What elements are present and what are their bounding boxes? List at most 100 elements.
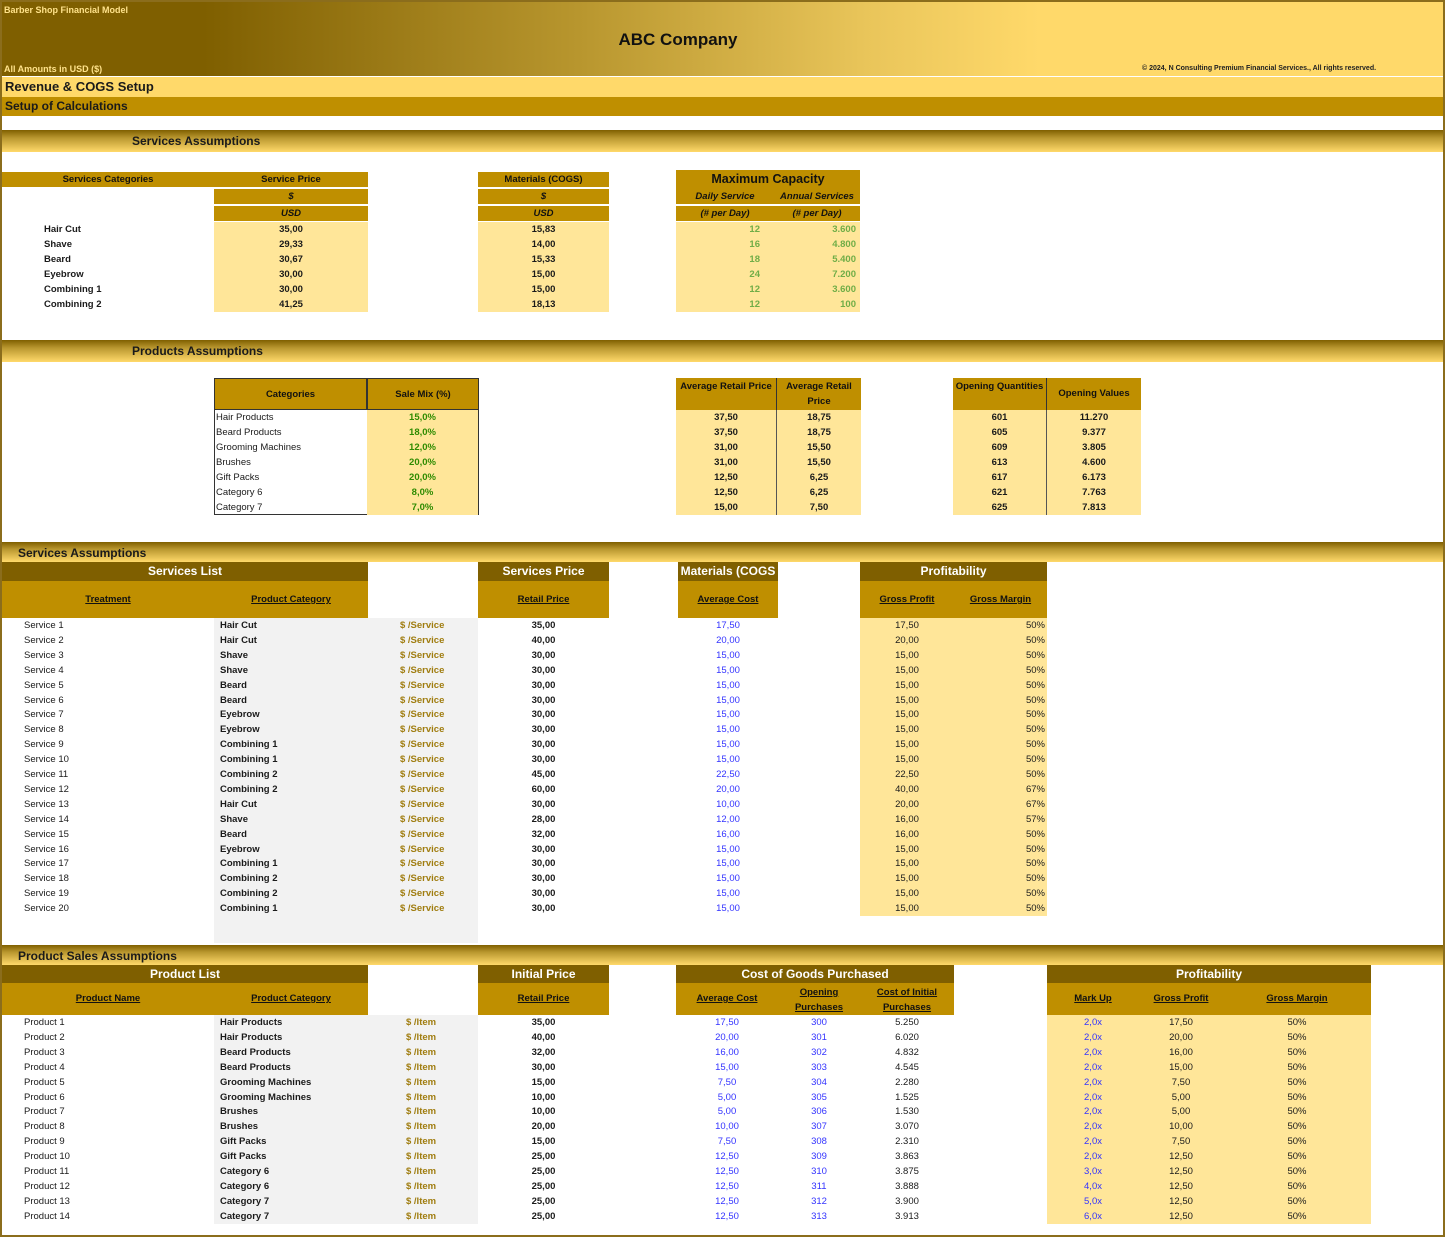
retail-price-cell[interactable]: 35,00: [478, 1015, 609, 1030]
mark-up-cell[interactable]: 2,0x: [1047, 1030, 1139, 1045]
product-category[interactable]: Beard Products: [220, 1060, 370, 1075]
avg-retail-price-cell[interactable]: 18,75: [777, 410, 861, 425]
product-category[interactable]: Grooming Machines: [220, 1075, 370, 1090]
retail-price-cell[interactable]: 25,00: [478, 1209, 609, 1224]
retail-price-cell[interactable]: 30,00: [478, 886, 609, 901]
retail-price-cell[interactable]: 25,00: [478, 1194, 609, 1209]
opening-value-cell[interactable]: 7.763: [1047, 485, 1141, 500]
annual-capacity-cell[interactable]: 7.200: [774, 267, 860, 282]
retail-price-cell[interactable]: 30,00: [478, 663, 609, 678]
sale-mix-cell[interactable]: 8,0%: [367, 485, 478, 500]
product-category[interactable]: Brushes: [220, 1119, 370, 1134]
average-cost-cell[interactable]: 12,50: [676, 1209, 778, 1224]
opening-value-cell[interactable]: 3.805: [1047, 440, 1141, 455]
average-cost-cell[interactable]: 12,50: [676, 1164, 778, 1179]
avg-retail-price-cell[interactable]: 15,50: [777, 455, 861, 470]
product-category[interactable]: Grooming Machines: [220, 1090, 370, 1105]
average-cost-cell[interactable]: 16,00: [678, 827, 778, 842]
average-cost-cell[interactable]: 17,50: [676, 1015, 778, 1030]
avg-retail-price-cell[interactable]: 31,00: [676, 455, 777, 470]
product-category[interactable]: Hair Products: [220, 1030, 370, 1045]
materials-cogs-cell[interactable]: 18,13: [478, 297, 609, 312]
service-category[interactable]: Shave: [220, 663, 370, 678]
avg-retail-price-cell[interactable]: 15,00: [676, 500, 777, 515]
materials-cogs-cell[interactable]: 15,83: [478, 222, 609, 237]
product-category[interactable]: Gift Packs: [220, 1149, 370, 1164]
service-category[interactable]: Beard: [220, 678, 370, 693]
mark-up-cell[interactable]: 2,0x: [1047, 1149, 1139, 1164]
average-cost-cell[interactable]: 12,00: [678, 812, 778, 827]
retail-price-cell[interactable]: 30,00: [478, 693, 609, 708]
annual-capacity-cell[interactable]: 3.600: [774, 222, 860, 237]
service-price-cell[interactable]: 30,67: [214, 252, 368, 267]
avg-retail-price-cell[interactable]: 37,50: [676, 425, 777, 440]
daily-capacity-cell[interactable]: 16: [676, 237, 774, 252]
service-category[interactable]: Hair Cut: [220, 797, 370, 812]
service-category[interactable]: Combining 1: [220, 901, 370, 916]
sale-mix-cell[interactable]: 20,0%: [367, 470, 478, 485]
mark-up-cell[interactable]: 6,0x: [1047, 1209, 1139, 1224]
service-category[interactable]: Combining 2: [220, 886, 370, 901]
average-cost-cell[interactable]: 15,00: [678, 707, 778, 722]
opening-value-cell[interactable]: 9.377: [1047, 425, 1141, 440]
materials-cogs-cell[interactable]: 15,00: [478, 267, 609, 282]
retail-price-cell[interactable]: 40,00: [478, 1030, 609, 1045]
retail-price-cell[interactable]: 40,00: [478, 633, 609, 648]
retail-price-cell[interactable]: 20,00: [478, 1119, 609, 1134]
service-category[interactable]: Beard: [220, 827, 370, 842]
average-cost-cell[interactable]: 15,00: [678, 856, 778, 871]
average-cost-cell[interactable]: 15,00: [676, 1060, 778, 1075]
materials-cogs-cell[interactable]: 14,00: [478, 237, 609, 252]
opening-purchases-cell[interactable]: 302: [778, 1045, 860, 1060]
average-cost-cell[interactable]: 15,00: [678, 648, 778, 663]
company-name[interactable]: ABC Company: [2, 30, 1354, 50]
sale-mix-cell[interactable]: 7,0%: [367, 500, 478, 515]
opening-value-cell[interactable]: 7.813: [1047, 500, 1141, 515]
retail-price-cell[interactable]: 30,00: [478, 842, 609, 857]
average-cost-cell[interactable]: 17,50: [678, 618, 778, 633]
retail-price-cell[interactable]: 30,00: [478, 752, 609, 767]
annual-capacity-cell[interactable]: 5.400: [774, 252, 860, 267]
retail-price-cell[interactable]: 45,00: [478, 767, 609, 782]
sale-mix-cell[interactable]: 18,0%: [367, 425, 478, 440]
opening-quantity-cell[interactable]: 609: [953, 440, 1047, 455]
service-price-cell[interactable]: 35,00: [214, 222, 368, 237]
service-category[interactable]: Shave: [220, 812, 370, 827]
opening-quantity-cell[interactable]: 605: [953, 425, 1047, 440]
service-category[interactable]: Combining 1: [220, 856, 370, 871]
average-cost-cell[interactable]: 20,00: [678, 633, 778, 648]
retail-price-cell[interactable]: 32,00: [478, 1045, 609, 1060]
daily-capacity-cell[interactable]: 24: [676, 267, 774, 282]
retail-price-cell[interactable]: 25,00: [478, 1164, 609, 1179]
average-cost-cell[interactable]: 15,00: [678, 901, 778, 916]
sale-mix-cell[interactable]: 15,0%: [367, 410, 478, 425]
service-category[interactable]: Combining 2: [220, 782, 370, 797]
opening-purchases-cell[interactable]: 301: [778, 1030, 860, 1045]
mark-up-cell[interactable]: 3,0x: [1047, 1164, 1139, 1179]
opening-purchases-cell[interactable]: 308: [778, 1134, 860, 1149]
mark-up-cell[interactable]: 2,0x: [1047, 1045, 1139, 1060]
avg-retail-price-cell[interactable]: 18,75: [777, 425, 861, 440]
opening-purchases-cell[interactable]: 300: [778, 1015, 860, 1030]
opening-purchases-cell[interactable]: 306: [778, 1104, 860, 1119]
sale-mix-cell[interactable]: 12,0%: [367, 440, 478, 455]
mark-up-cell[interactable]: 2,0x: [1047, 1075, 1139, 1090]
average-cost-cell[interactable]: 12,50: [676, 1194, 778, 1209]
service-category[interactable]: Beard: [220, 693, 370, 708]
product-category[interactable]: Hair Products: [220, 1015, 370, 1030]
retail-price-cell[interactable]: 30,00: [478, 1060, 609, 1075]
service-category[interactable]: Combining 2: [220, 871, 370, 886]
retail-price-cell[interactable]: 28,00: [478, 812, 609, 827]
average-cost-cell[interactable]: 10,00: [678, 797, 778, 812]
average-cost-cell[interactable]: 10,00: [676, 1119, 778, 1134]
annual-capacity-cell[interactable]: 4.800: [774, 237, 860, 252]
opening-purchases-cell[interactable]: 303: [778, 1060, 860, 1075]
product-category[interactable]: Category 7: [220, 1209, 370, 1224]
opening-purchases-cell[interactable]: 307: [778, 1119, 860, 1134]
product-category[interactable]: Brushes: [220, 1104, 370, 1119]
opening-purchases-cell[interactable]: 312: [778, 1194, 860, 1209]
average-cost-cell[interactable]: 16,00: [676, 1045, 778, 1060]
average-cost-cell[interactable]: 7,50: [676, 1134, 778, 1149]
daily-capacity-cell[interactable]: 12: [676, 222, 774, 237]
avg-retail-price-cell[interactable]: 12,50: [676, 470, 777, 485]
